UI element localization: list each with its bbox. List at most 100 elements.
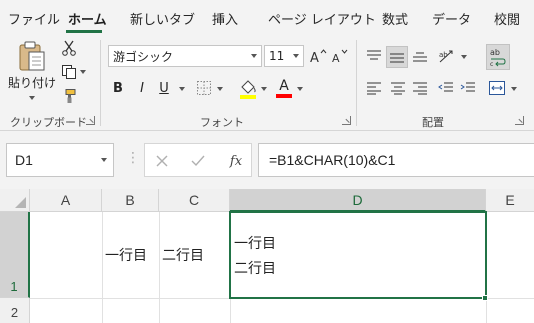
selection-border: [229, 211, 487, 299]
underline-button[interactable]: U: [154, 78, 174, 98]
align-middle-button[interactable]: [386, 46, 408, 68]
tab-insert[interactable]: 挿入: [212, 9, 238, 28]
bold-button[interactable]: B: [108, 78, 128, 98]
tab-new-tab[interactable]: 新しいタブ: [130, 9, 195, 28]
borders-button[interactable]: [194, 78, 214, 98]
font-size-dropdown-icon[interactable]: [289, 46, 303, 66]
formula-bar-buttons: fx: [144, 143, 252, 177]
decrease-font-size-button[interactable]: A: [330, 46, 350, 66]
column-header-a[interactable]: A: [30, 189, 102, 212]
fill-handle[interactable]: [482, 295, 488, 301]
copy-dropdown-icon: [79, 70, 86, 74]
increase-font-size-button[interactable]: A: [308, 46, 328, 66]
column-header-b[interactable]: B: [102, 189, 159, 212]
font-name-combo[interactable]: 游ゴシック: [108, 45, 262, 67]
merge-dropdown-icon[interactable]: [508, 84, 520, 94]
align-bottom-icon: [413, 52, 427, 62]
cell-a1[interactable]: [30, 212, 102, 298]
formula-bar-grip-icon[interactable]: ⋮: [126, 151, 140, 165]
font-size-value: 11: [269, 49, 285, 63]
text-orientation-icon: ab: [439, 50, 453, 63]
column-header-c[interactable]: C: [159, 189, 230, 212]
copy-button[interactable]: [58, 62, 88, 82]
align-bottom-button[interactable]: [410, 46, 430, 66]
cell-c1-text: 二行目: [162, 248, 204, 264]
group-divider: [356, 40, 357, 126]
decrease-indent-icon: [438, 82, 453, 92]
align-top-button[interactable]: [364, 46, 384, 66]
font-launcher-icon[interactable]: [342, 116, 351, 125]
align-left-icon: [367, 82, 381, 95]
copy-icon: [61, 65, 76, 79]
align-left-button[interactable]: [364, 78, 384, 98]
svg-text:ab: ab: [490, 48, 500, 57]
column-header-e[interactable]: E: [486, 189, 534, 212]
orientation-dropdown-icon[interactable]: [458, 52, 470, 62]
insert-function-button[interactable]: fx: [225, 151, 247, 171]
name-box[interactable]: D1: [6, 143, 114, 177]
format-painter-button[interactable]: [58, 86, 80, 106]
confirm-entry-button[interactable]: [189, 152, 207, 170]
decrease-font-icon: A: [332, 49, 348, 64]
borders-dropdown-icon[interactable]: [214, 84, 226, 94]
row-header-2[interactable]: 2: [0, 298, 30, 323]
cancel-entry-button[interactable]: [153, 152, 171, 170]
orientation-button[interactable]: ab: [436, 46, 458, 66]
format-painter-icon: [65, 89, 76, 103]
align-center-icon: [391, 82, 405, 95]
font-size-combo[interactable]: 11: [264, 45, 304, 67]
alignment-launcher-icon[interactable]: [515, 116, 524, 125]
merge-center-button[interactable]: [486, 78, 508, 98]
cut-button[interactable]: [58, 38, 80, 58]
tab-formulas[interactable]: 数式: [382, 9, 408, 28]
row-header-1[interactable]: 1: [0, 212, 30, 298]
paste-label: 貼り付け: [8, 76, 57, 90]
increase-indent-icon: [460, 82, 475, 92]
merge-cells-icon: [489, 81, 505, 95]
svg-text:ab: ab: [439, 51, 448, 59]
font-color-swatch: [276, 94, 292, 98]
font-group-label: フォント: [200, 116, 244, 129]
underline-dropdown-icon[interactable]: [176, 84, 188, 94]
name-box-value: D1: [15, 152, 33, 168]
tab-review[interactable]: 校閲: [494, 9, 520, 28]
font-name-dropdown-icon[interactable]: [247, 46, 261, 66]
increase-indent-button[interactable]: [458, 78, 478, 98]
tab-home[interactable]: ホーム: [68, 9, 107, 28]
tab-data[interactable]: データ: [432, 9, 471, 28]
cell-b1-text: 一行目: [105, 248, 147, 264]
font-color-glyph: A: [279, 78, 289, 94]
ribbon-tab-bar: ファイル ホーム 新しいタブ 挿入 ページ レイアウト 数式 データ 校閲: [0, 0, 534, 34]
formula-text: =B1&CHAR(10)&C1: [269, 152, 396, 168]
svg-text:c: c: [490, 61, 493, 67]
tab-page-layout[interactable]: ページ レイアウト: [268, 9, 376, 28]
name-box-dropdown-icon[interactable]: [101, 158, 107, 162]
select-all-button[interactable]: [0, 189, 30, 212]
fill-color-dropdown-icon[interactable]: [258, 84, 270, 94]
worksheet-grid: A B C D E 1 2 一行目 二行目 一行目 二行目: [0, 189, 534, 323]
fill-color-button[interactable]: [238, 78, 258, 100]
fill-color-swatch: [240, 95, 256, 99]
column-header-d[interactable]: D: [230, 189, 486, 212]
italic-button[interactable]: I: [132, 78, 152, 98]
align-right-button[interactable]: [410, 78, 430, 98]
cell-b1[interactable]: 一行目: [102, 212, 159, 298]
tab-file[interactable]: ファイル: [8, 9, 60, 28]
scissors-icon: [62, 40, 76, 56]
row-2-cells[interactable]: [30, 299, 534, 323]
decrease-indent-button[interactable]: [436, 78, 456, 98]
paste-button[interactable]: 貼り付け: [8, 40, 57, 106]
group-divider: [100, 40, 101, 126]
cell-e1[interactable]: [486, 212, 534, 298]
select-all-triangle-icon: [15, 197, 26, 208]
font-color-dropdown-icon[interactable]: [294, 84, 306, 94]
cell-c1[interactable]: 二行目: [159, 212, 230, 298]
clipboard-launcher-icon[interactable]: [86, 116, 95, 125]
wrap-text-button[interactable]: ab c: [486, 44, 510, 70]
align-center-button[interactable]: [388, 78, 408, 98]
align-right-icon: [413, 82, 427, 95]
formula-input[interactable]: =B1&CHAR(10)&C1: [258, 143, 534, 177]
font-color-button[interactable]: A: [274, 76, 294, 100]
increase-font-icon: A: [310, 49, 327, 64]
svg-text:A: A: [310, 51, 319, 64]
